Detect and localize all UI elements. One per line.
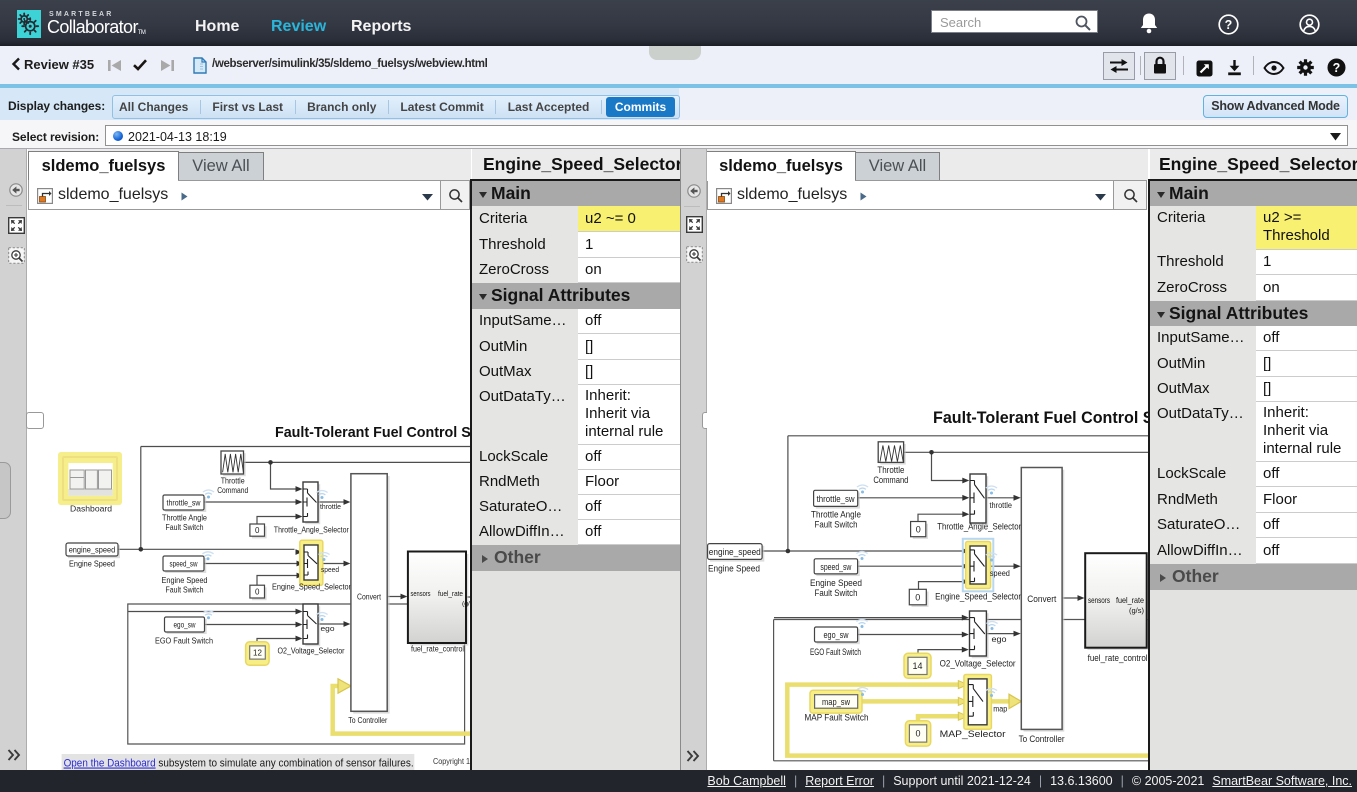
svg-text:Throttle: Throttle bbox=[221, 477, 245, 486]
svg-text:Open the Dashboard subsystem t: Open the Dashboard subsystem to simulate… bbox=[64, 758, 414, 770]
svg-text:Fault Switch: Fault Switch bbox=[815, 588, 858, 598]
svg-text:throttle: throttle bbox=[990, 501, 1013, 510]
svg-text:Convert: Convert bbox=[357, 593, 382, 602]
svg-text:throttle_sw: throttle_sw bbox=[817, 494, 855, 504]
svg-text:Fault-Tolerant Fuel Control Sy: Fault-Tolerant Fuel Control System bbox=[275, 424, 470, 441]
svg-text:EGO Fault Switch: EGO Fault Switch bbox=[810, 647, 861, 657]
svg-text:ego_sw: ego_sw bbox=[824, 630, 849, 640]
svg-text:throttle_sw: throttle_sw bbox=[167, 498, 201, 507]
svg-text:O2_Voltage_Selector: O2_Voltage_Selector bbox=[278, 647, 345, 656]
svg-text:0: 0 bbox=[255, 588, 260, 597]
svg-text:Dashboard: Dashboard bbox=[70, 505, 112, 514]
svg-text:throttle: throttle bbox=[320, 502, 341, 511]
svg-text:map: map bbox=[993, 704, 1007, 713]
svg-text:speed_sw: speed_sw bbox=[820, 562, 851, 572]
svg-text:Fault Switch: Fault Switch bbox=[166, 523, 204, 532]
svg-text:Convert: Convert bbox=[1027, 594, 1056, 604]
svg-text:MAP Fault Switch: MAP Fault Switch bbox=[805, 713, 869, 723]
svg-text:Fault Switch: Fault Switch bbox=[166, 586, 204, 595]
svg-text:0: 0 bbox=[255, 526, 260, 535]
svg-text:ego_sw: ego_sw bbox=[174, 620, 196, 629]
svg-text:?: ? bbox=[1333, 61, 1341, 75]
svg-text:speed_sw: speed_sw bbox=[170, 559, 198, 568]
svg-text:engine_speed: engine_speed bbox=[709, 547, 761, 557]
svg-text:Engine Speed: Engine Speed bbox=[69, 560, 115, 569]
svg-text:Throttle: Throttle bbox=[877, 465, 904, 475]
svg-text:Command: Command bbox=[873, 475, 908, 485]
svg-text:Engine Speed: Engine Speed bbox=[708, 564, 760, 574]
svg-text:Engine_Speed_Selector: Engine_Speed_Selector bbox=[272, 583, 351, 592]
svg-text:Throttle_Angle_Selector: Throttle_Angle_Selector bbox=[274, 525, 349, 534]
svg-text:fuel_rate: fuel_rate bbox=[438, 589, 463, 598]
svg-text:ego: ego bbox=[321, 624, 335, 633]
svg-text:0: 0 bbox=[916, 525, 921, 535]
svg-text:To Controller: To Controller bbox=[1019, 734, 1065, 744]
svg-text:Throttle Angle: Throttle Angle bbox=[162, 514, 207, 523]
svg-text:ego: ego bbox=[992, 635, 1008, 644]
svg-text:sensors: sensors bbox=[1088, 595, 1110, 605]
svg-text:Engine_Speed_Selector: Engine_Speed_Selector bbox=[935, 592, 1021, 602]
svg-text:O2_Voltage_Selector: O2_Voltage_Selector bbox=[940, 659, 1016, 669]
svg-text:sensors: sensors bbox=[411, 589, 431, 598]
svg-text:0: 0 bbox=[915, 729, 920, 739]
svg-text:Command: Command bbox=[217, 486, 248, 495]
svg-text:engine_speed: engine_speed bbox=[69, 546, 116, 555]
svg-text:(g/s): (g/s) bbox=[462, 601, 470, 608]
svg-text:fuel_rate: fuel_rate bbox=[1116, 595, 1144, 605]
svg-text:Fault Switch: Fault Switch bbox=[815, 520, 858, 530]
svg-text:Throttle Angle: Throttle Angle bbox=[811, 510, 861, 520]
svg-text:Copyright 1: Copyright 1 bbox=[433, 757, 470, 766]
svg-text:Engine Speed: Engine Speed bbox=[810, 578, 862, 588]
svg-text:0: 0 bbox=[915, 593, 920, 603]
svg-text:?: ? bbox=[1225, 18, 1233, 32]
svg-text:14: 14 bbox=[912, 661, 922, 671]
svg-text:12: 12 bbox=[253, 648, 262, 657]
svg-text:(g/s): (g/s) bbox=[1129, 606, 1145, 615]
svg-text:speed: speed bbox=[321, 565, 339, 574]
svg-text:MAP_Selector: MAP_Selector bbox=[940, 729, 1006, 739]
svg-text:To Controller: To Controller bbox=[348, 716, 387, 725]
svg-text:speed: speed bbox=[990, 569, 1010, 578]
svg-text:Engine Speed: Engine Speed bbox=[162, 576, 208, 585]
svg-text:Fault-Tolerant Fuel Control Sy: Fault-Tolerant Fuel Control System bbox=[933, 409, 1148, 427]
svg-text:EGO Fault Switch: EGO Fault Switch bbox=[155, 637, 213, 646]
svg-text:fuel_rate_control: fuel_rate_control bbox=[411, 645, 464, 654]
svg-text:fuel_rate_control: fuel_rate_control bbox=[1088, 653, 1148, 663]
svg-text:map_sw: map_sw bbox=[822, 697, 850, 707]
